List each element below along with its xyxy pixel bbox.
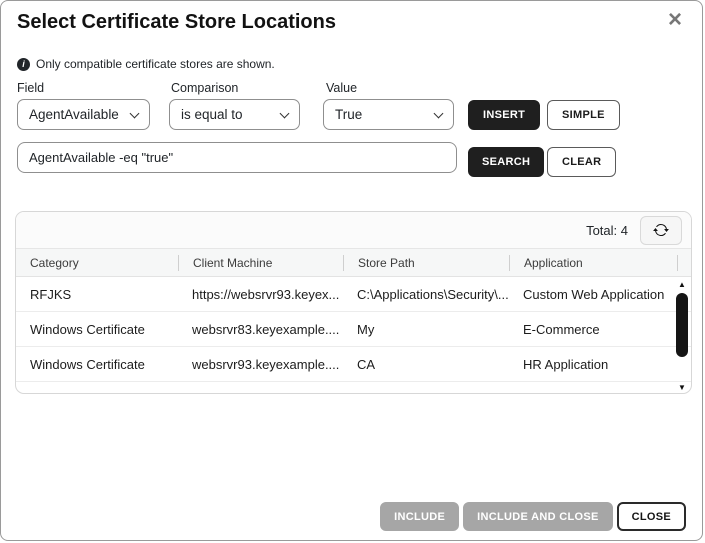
cell-category: Windows Certificate: [16, 322, 178, 337]
cell-store-path: C:\Applications\Security\...: [343, 287, 509, 302]
table-row[interactable]: Windows Certificate websrvr83.keyexample…: [16, 312, 691, 347]
refresh-icon: [653, 222, 669, 238]
insert-button[interactable]: INSERT: [468, 100, 540, 130]
cell-category: Windows Certificate: [16, 357, 178, 372]
column-header-client-machine[interactable]: Client Machine: [178, 255, 343, 271]
field-select-value: AgentAvailable: [29, 107, 119, 122]
certificate-store-table: Total: 4 Category Client Machine Store P…: [15, 211, 692, 394]
total-count: Total: 4: [586, 223, 628, 238]
chevron-down-icon: [280, 109, 290, 119]
cell-store-path: My: [343, 322, 509, 337]
table-scrollbar[interactable]: ▲ ▼: [676, 281, 688, 392]
table-header-row: Category Client Machine Store Path Appli…: [16, 249, 691, 277]
cell-application: HR Application: [509, 357, 677, 372]
chevron-down-icon: [130, 109, 140, 119]
scroll-up-icon[interactable]: ▲: [676, 281, 688, 289]
cell-client-machine: https://websrvr93.keyex...: [178, 287, 343, 302]
scroll-down-icon[interactable]: ▼: [676, 384, 688, 392]
column-header-store-path[interactable]: Store Path: [343, 255, 509, 271]
comparison-select-value: is equal to: [181, 107, 243, 122]
table-toolbar: Total: 4: [16, 212, 691, 249]
search-button[interactable]: SEARCH: [468, 147, 544, 177]
cell-store-path: CA: [343, 357, 509, 372]
simple-button[interactable]: SIMPLE: [547, 100, 620, 130]
field-select[interactable]: AgentAvailable: [17, 99, 150, 130]
value-label: Value: [326, 81, 357, 95]
include-and-close-button[interactable]: INCLUDE AND CLOSE: [463, 502, 612, 531]
cell-category: RFJKS: [16, 287, 178, 302]
include-button[interactable]: INCLUDE: [380, 502, 459, 531]
cell-client-machine: websrvr93.keyexample....: [178, 357, 343, 372]
column-header-category[interactable]: Category: [16, 255, 178, 271]
field-label: Field: [17, 81, 44, 95]
value-select-value: True: [335, 107, 362, 122]
table-header-gutter: [677, 255, 692, 271]
value-select[interactable]: True: [323, 99, 454, 130]
compatibility-notice: i Only compatible certificate stores are…: [17, 57, 275, 71]
cell-application: E-Commerce: [509, 322, 677, 337]
dialog-title: Select Certificate Store Locations: [17, 11, 336, 34]
close-icon[interactable]: ×: [662, 5, 688, 35]
comparison-select[interactable]: is equal to: [169, 99, 300, 130]
column-header-application[interactable]: Application: [509, 255, 677, 271]
table-row[interactable]: Windows Certificate websrvr93.keyexample…: [16, 347, 691, 382]
comparison-label: Comparison: [171, 81, 238, 95]
select-certificate-store-dialog: Select Certificate Store Locations × i O…: [0, 0, 703, 541]
cell-client-machine: websrvr83.keyexample....: [178, 322, 343, 337]
info-icon: i: [17, 58, 30, 71]
cell-application: Custom Web Application: [509, 287, 677, 302]
dialog-footer: INCLUDE INCLUDE AND CLOSE CLOSE: [380, 502, 686, 531]
chevron-down-icon: [434, 109, 444, 119]
notice-text: Only compatible certificate stores are s…: [36, 57, 275, 71]
scrollbar-thumb[interactable]: [676, 293, 688, 357]
close-button[interactable]: CLOSE: [617, 502, 686, 531]
clear-button[interactable]: CLEAR: [547, 147, 616, 177]
query-input[interactable]: [17, 142, 457, 173]
refresh-button[interactable]: [640, 216, 682, 245]
table-row[interactable]: RFJKS https://websrvr93.keyex... C:\Appl…: [16, 277, 691, 312]
